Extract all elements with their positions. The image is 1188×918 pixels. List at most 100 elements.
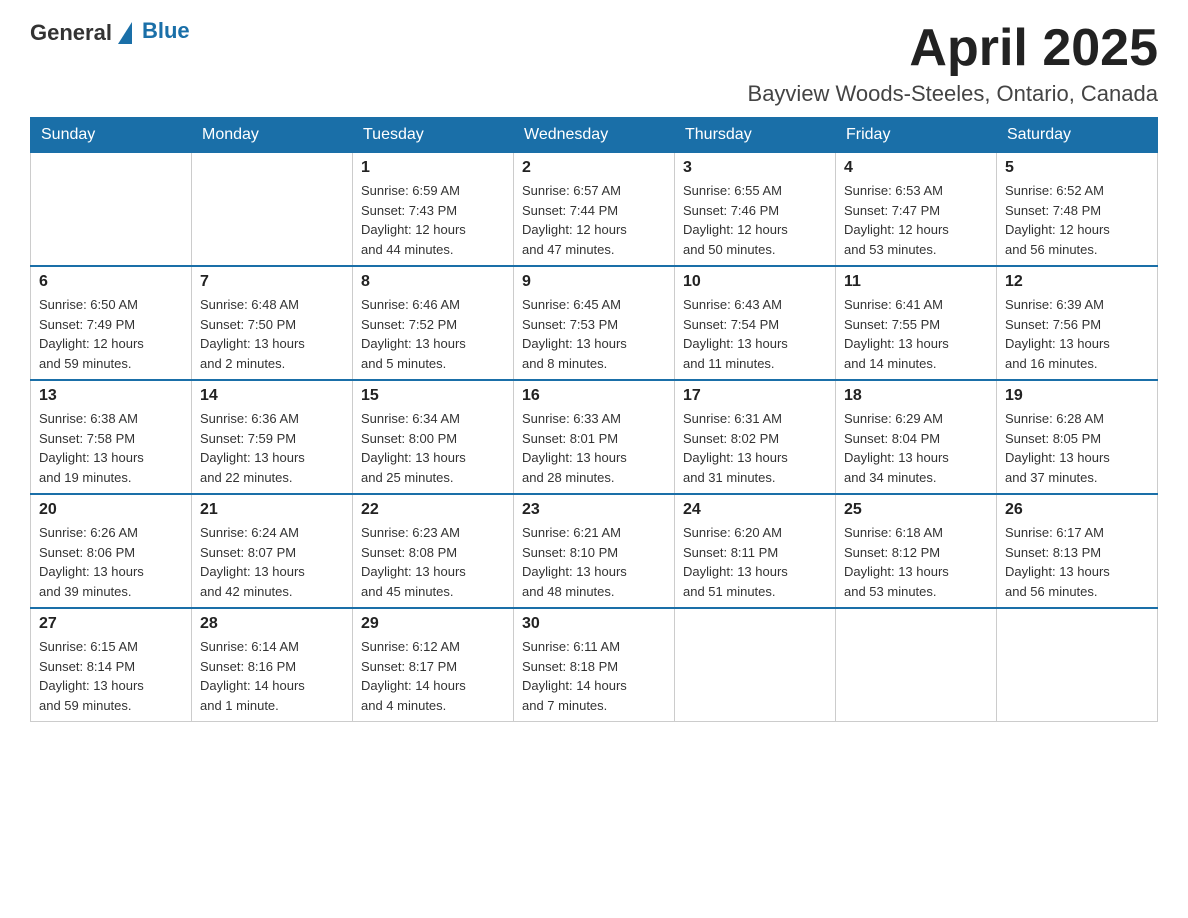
day-number: 30 bbox=[522, 615, 666, 633]
day-info: Sunrise: 6:24 AM Sunset: 8:07 PM Dayligh… bbox=[200, 523, 344, 601]
day-info: Sunrise: 6:23 AM Sunset: 8:08 PM Dayligh… bbox=[361, 523, 505, 601]
table-row: 8 Sunrise: 6:46 AM Sunset: 7:52 PM Daylig… bbox=[353, 266, 514, 380]
day-info: Sunrise: 6:31 AM Sunset: 8:02 PM Dayligh… bbox=[683, 409, 827, 487]
table-row: 1 Sunrise: 6:59 AM Sunset: 7:43 PM Daylig… bbox=[353, 153, 514, 267]
day-number: 3 bbox=[683, 159, 827, 177]
day-info: Sunrise: 6:15 AM Sunset: 8:14 PM Dayligh… bbox=[39, 637, 183, 715]
day-info: Sunrise: 6:55 AM Sunset: 7:46 PM Dayligh… bbox=[683, 181, 827, 259]
day-number: 11 bbox=[844, 273, 988, 291]
day-info: Sunrise: 6:28 AM Sunset: 8:05 PM Dayligh… bbox=[1005, 409, 1149, 487]
day-info: Sunrise: 6:14 AM Sunset: 8:16 PM Dayligh… bbox=[200, 637, 344, 715]
day-info: Sunrise: 6:57 AM Sunset: 7:44 PM Dayligh… bbox=[522, 181, 666, 259]
day-number: 25 bbox=[844, 501, 988, 519]
day-number: 13 bbox=[39, 387, 183, 405]
day-info: Sunrise: 6:21 AM Sunset: 8:10 PM Dayligh… bbox=[522, 523, 666, 601]
table-row bbox=[192, 153, 353, 267]
table-row: 15 Sunrise: 6:34 AM Sunset: 8:00 PM Dayli… bbox=[353, 380, 514, 494]
day-number: 17 bbox=[683, 387, 827, 405]
table-row: 12 Sunrise: 6:39 AM Sunset: 7:56 PM Dayli… bbox=[997, 266, 1158, 380]
table-row: 18Sunrise: 6:29 AM Sunset: 8:04 PM Dayli… bbox=[836, 380, 997, 494]
col-tuesday: Tuesday bbox=[353, 118, 514, 153]
table-row: 16 Sunrise: 6:33 AM Sunset: 8:01 PM Dayli… bbox=[514, 380, 675, 494]
day-info: Sunrise: 6:46 AM Sunset: 7:52 PM Dayligh… bbox=[361, 295, 505, 373]
day-info: Sunrise: 6:38 AM Sunset: 7:58 PM Dayligh… bbox=[39, 409, 183, 487]
table-row: 20 Sunrise: 6:26 AM Sunset: 8:06 PM Dayli… bbox=[31, 494, 192, 608]
table-row: 6 Sunrise: 6:50 AM Sunset: 7:49 PM Daylig… bbox=[31, 266, 192, 380]
day-number: 28 bbox=[200, 615, 344, 633]
day-number: 23 bbox=[522, 501, 666, 519]
day-info: Sunrise: 6:18 AM Sunset: 8:12 PM Dayligh… bbox=[844, 523, 988, 601]
logo-triangle-icon bbox=[118, 22, 132, 44]
table-row: 22 Sunrise: 6:23 AM Sunset: 8:08 PM Dayli… bbox=[353, 494, 514, 608]
table-row: 19 Sunrise: 6:28 AM Sunset: 8:05 PM Dayli… bbox=[997, 380, 1158, 494]
table-row: 13 Sunrise: 6:38 AM Sunset: 7:58 PM Dayli… bbox=[31, 380, 192, 494]
day-info: Sunrise: 6:26 AM Sunset: 8:06 PM Dayligh… bbox=[39, 523, 183, 601]
day-info: Sunrise: 6:43 AM Sunset: 7:54 PM Dayligh… bbox=[683, 295, 827, 373]
day-number: 16 bbox=[522, 387, 666, 405]
table-row: 26 Sunrise: 6:17 AM Sunset: 8:13 PM Dayli… bbox=[997, 494, 1158, 608]
table-row: 25 Sunrise: 6:18 AM Sunset: 8:12 PM Dayli… bbox=[836, 494, 997, 608]
day-number: 9 bbox=[522, 273, 666, 291]
table-row: 23 Sunrise: 6:21 AM Sunset: 8:10 PM Dayli… bbox=[514, 494, 675, 608]
day-number: 26 bbox=[1005, 501, 1149, 519]
day-number: 5 bbox=[1005, 159, 1149, 177]
day-info: Sunrise: 6:50 AM Sunset: 7:49 PM Dayligh… bbox=[39, 295, 183, 373]
day-number: 14 bbox=[200, 387, 344, 405]
day-number: 12 bbox=[1005, 273, 1149, 291]
table-row: 2 Sunrise: 6:57 AM Sunset: 7:44 PM Daylig… bbox=[514, 153, 675, 267]
day-number: 20 bbox=[39, 501, 183, 519]
calendar-header-row: Sunday Monday Tuesday Wednesday Thursday… bbox=[31, 118, 1158, 153]
logo-general-text: General bbox=[30, 20, 112, 46]
table-row bbox=[836, 608, 997, 722]
col-sunday: Sunday bbox=[31, 118, 192, 153]
day-info: Sunrise: 6:48 AM Sunset: 7:50 PM Dayligh… bbox=[200, 295, 344, 373]
table-row: 5Sunrise: 6:52 AM Sunset: 7:48 PM Daylig… bbox=[997, 153, 1158, 267]
day-info: Sunrise: 6:17 AM Sunset: 8:13 PM Dayligh… bbox=[1005, 523, 1149, 601]
month-title: April 2025 bbox=[748, 20, 1158, 77]
day-info: Sunrise: 6:11 AM Sunset: 8:18 PM Dayligh… bbox=[522, 637, 666, 715]
day-number: 27 bbox=[39, 615, 183, 633]
page-header: General Blue April 2025 Bayview Woods-St… bbox=[30, 20, 1158, 107]
location-title: Bayview Woods-Steeles, Ontario, Canada bbox=[748, 81, 1158, 107]
day-number: 1 bbox=[361, 159, 505, 177]
calendar-week-row: 20 Sunrise: 6:26 AM Sunset: 8:06 PM Dayli… bbox=[31, 494, 1158, 608]
day-number: 10 bbox=[683, 273, 827, 291]
table-row: 9Sunrise: 6:45 AM Sunset: 7:53 PM Daylig… bbox=[514, 266, 675, 380]
col-monday: Monday bbox=[192, 118, 353, 153]
table-row: 14Sunrise: 6:36 AM Sunset: 7:59 PM Dayli… bbox=[192, 380, 353, 494]
table-row: 11 Sunrise: 6:41 AM Sunset: 7:55 PM Dayli… bbox=[836, 266, 997, 380]
table-row bbox=[675, 608, 836, 722]
logo-blue-text: Blue bbox=[142, 18, 190, 44]
logo[interactable]: General Blue bbox=[30, 20, 190, 46]
table-row: 29 Sunrise: 6:12 AM Sunset: 8:17 PM Dayli… bbox=[353, 608, 514, 722]
day-info: Sunrise: 6:59 AM Sunset: 7:43 PM Dayligh… bbox=[361, 181, 505, 259]
day-info: Sunrise: 6:12 AM Sunset: 8:17 PM Dayligh… bbox=[361, 637, 505, 715]
day-number: 22 bbox=[361, 501, 505, 519]
calendar-week-row: 1 Sunrise: 6:59 AM Sunset: 7:43 PM Daylig… bbox=[31, 153, 1158, 267]
day-number: 2 bbox=[522, 159, 666, 177]
day-info: Sunrise: 6:33 AM Sunset: 8:01 PM Dayligh… bbox=[522, 409, 666, 487]
day-info: Sunrise: 6:53 AM Sunset: 7:47 PM Dayligh… bbox=[844, 181, 988, 259]
day-number: 15 bbox=[361, 387, 505, 405]
table-row: 21Sunrise: 6:24 AM Sunset: 8:07 PM Dayli… bbox=[192, 494, 353, 608]
calendar-week-row: 6 Sunrise: 6:50 AM Sunset: 7:49 PM Daylig… bbox=[31, 266, 1158, 380]
table-row: 27 Sunrise: 6:15 AM Sunset: 8:14 PM Dayli… bbox=[31, 608, 192, 722]
day-info: Sunrise: 6:34 AM Sunset: 8:00 PM Dayligh… bbox=[361, 409, 505, 487]
day-number: 18 bbox=[844, 387, 988, 405]
day-number: 19 bbox=[1005, 387, 1149, 405]
day-number: 6 bbox=[39, 273, 183, 291]
calendar-table: Sunday Monday Tuesday Wednesday Thursday… bbox=[30, 117, 1158, 722]
table-row: 3 Sunrise: 6:55 AM Sunset: 7:46 PM Daylig… bbox=[675, 153, 836, 267]
day-number: 29 bbox=[361, 615, 505, 633]
calendar-week-row: 27 Sunrise: 6:15 AM Sunset: 8:14 PM Dayli… bbox=[31, 608, 1158, 722]
calendar-week-row: 13 Sunrise: 6:38 AM Sunset: 7:58 PM Dayli… bbox=[31, 380, 1158, 494]
day-info: Sunrise: 6:20 AM Sunset: 8:11 PM Dayligh… bbox=[683, 523, 827, 601]
col-thursday: Thursday bbox=[675, 118, 836, 153]
col-friday: Friday bbox=[836, 118, 997, 153]
table-row: 4Sunrise: 6:53 AM Sunset: 7:47 PM Daylig… bbox=[836, 153, 997, 267]
day-info: Sunrise: 6:39 AM Sunset: 7:56 PM Dayligh… bbox=[1005, 295, 1149, 373]
day-number: 8 bbox=[361, 273, 505, 291]
day-info: Sunrise: 6:41 AM Sunset: 7:55 PM Dayligh… bbox=[844, 295, 988, 373]
day-number: 24 bbox=[683, 501, 827, 519]
col-wednesday: Wednesday bbox=[514, 118, 675, 153]
